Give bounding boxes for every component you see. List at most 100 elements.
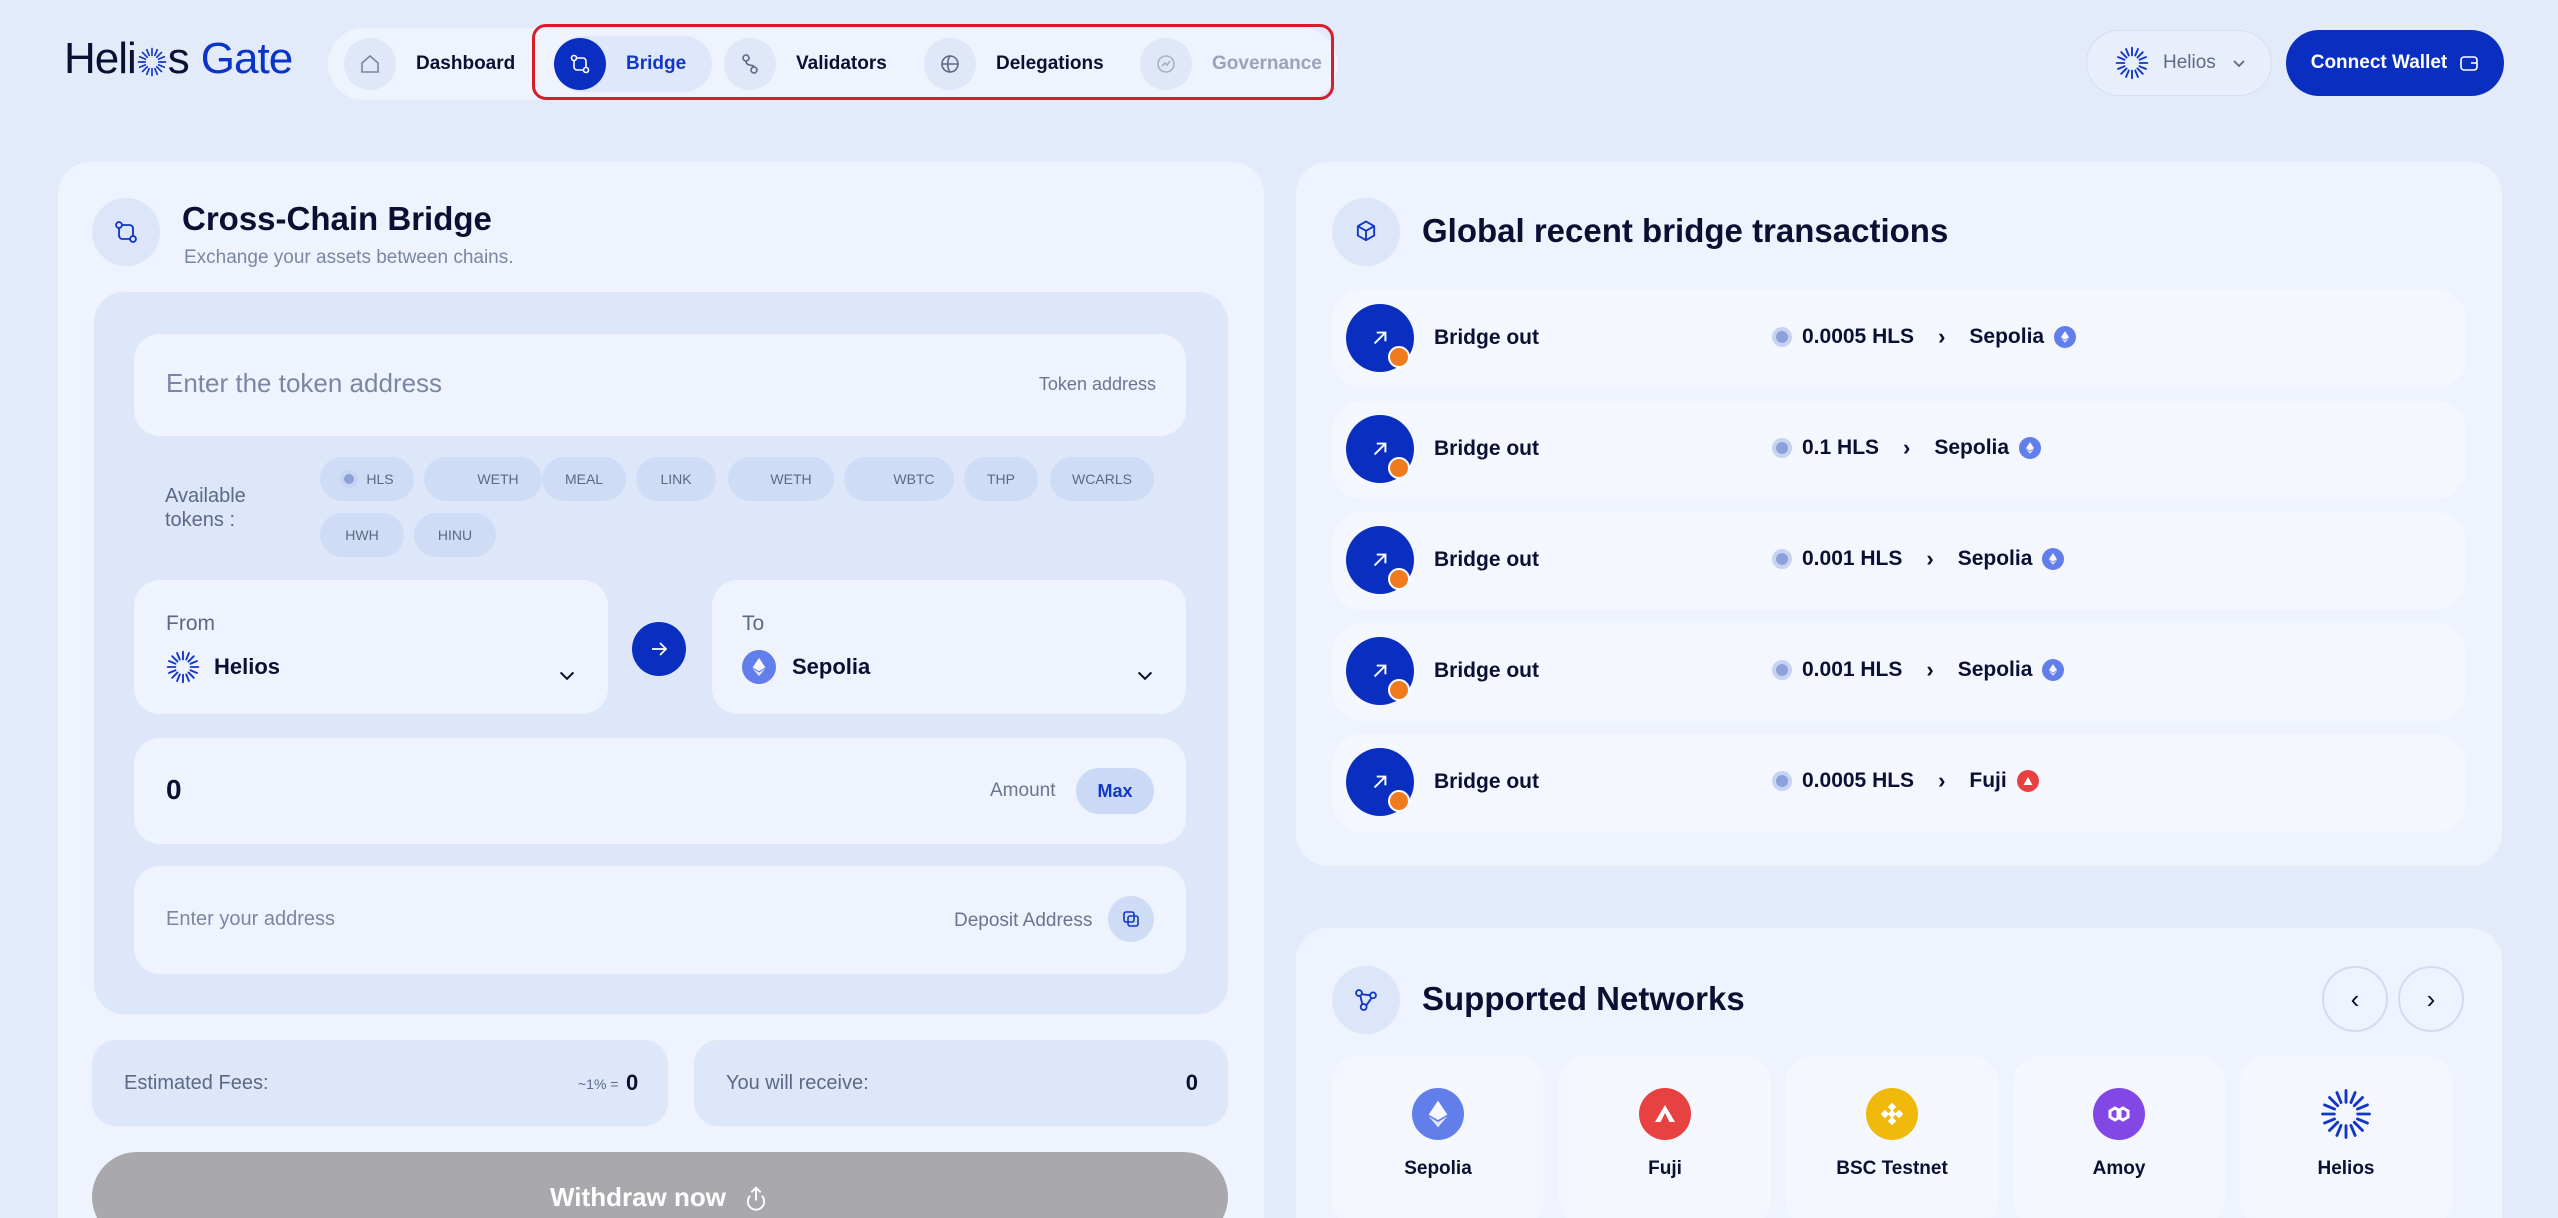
avalanche-icon (1639, 1088, 1691, 1140)
swap-direction-button[interactable] (632, 622, 686, 676)
transaction-row[interactable]: Bridge out 0.001 HLS › Sepolia (1332, 623, 2466, 721)
helios-sun-icon (2115, 46, 2149, 80)
chevron-down-icon (559, 671, 575, 681)
amount-field[interactable]: 0 Amount (134, 738, 1186, 844)
token-chip-wbtc[interactable]: WBTC (844, 457, 954, 501)
receive-label: You will receive: (726, 1072, 869, 1094)
bridge-title: Cross-Chain Bridge (182, 200, 492, 237)
upload-icon (746, 1186, 766, 1211)
from-chain-select[interactable]: From Helios (134, 580, 608, 714)
chevron-right-icon: › (1938, 324, 1946, 349)
ethereum-icon (742, 650, 776, 684)
from-value: Helios (214, 654, 281, 679)
fees-label: Estimated Fees: (124, 1072, 269, 1094)
chevron-right-icon: › (2426, 983, 2436, 1014)
fees-value: 0 (626, 1070, 639, 1095)
amount-label: Amount (990, 780, 1056, 801)
to-label: To (742, 612, 765, 635)
networks-title: Supported Networks (1422, 980, 1745, 1017)
nav-item-dashboard[interactable]: Dashboard (344, 36, 515, 92)
helios-sun-icon (2320, 1088, 2372, 1140)
network-tile-amoy[interactable]: Amoy (2013, 1056, 2225, 1218)
network-tile-sepolia[interactable]: Sepolia (1332, 1056, 1544, 1218)
brand-logo[interactable]: Heli s Gate (64, 34, 293, 84)
token-address-input[interactable]: Enter the token address (166, 368, 442, 399)
helios-sun-icon (166, 650, 200, 684)
transaction-row[interactable]: Bridge out 0.1 HLS › Sepolia (1332, 401, 2466, 499)
ethereum-icon (2042, 659, 2065, 681)
you-will-receive: You will receive: 0 (694, 1040, 1228, 1126)
arrow-right-icon (652, 642, 668, 656)
bridge-icon (92, 198, 160, 266)
hls-token-icon (1772, 327, 1792, 347)
token-chip-meal[interactable]: MEAL (542, 457, 626, 501)
transactions-title: Global recent bridge transactions (1422, 212, 1949, 249)
amount-input[interactable]: 0 (166, 774, 182, 806)
chevron-left-icon: ‹ (2350, 983, 2360, 1014)
warning-badge-icon (1388, 346, 1410, 368)
warning-badge-icon (1388, 568, 1410, 590)
hls-token-icon (340, 470, 359, 488)
connect-wallet-button[interactable]: Connect Wallet (2286, 30, 2504, 96)
paste-address-button[interactable] (1108, 896, 1154, 942)
network-tile-bsc-testnet[interactable]: BSC Testnet (1786, 1056, 1998, 1218)
token-chip-link[interactable]: LINK (636, 457, 716, 501)
token-chip-thp[interactable]: THP (964, 457, 1038, 501)
estimated-fees: Estimated Fees: ~1% = 0 (92, 1040, 668, 1126)
bnb-icon (1866, 1088, 1918, 1140)
token-chip-weth[interactable]: WETH (424, 457, 542, 501)
deposit-address-label: Deposit Address (954, 910, 1093, 931)
token-chip-hinu[interactable]: HINU (414, 513, 496, 557)
token-address-label: Token address (1038, 374, 1156, 394)
warning-badge-icon (1388, 457, 1410, 479)
helios-sun-icon (137, 47, 167, 77)
home-icon (344, 38, 396, 90)
from-label: From (166, 612, 215, 635)
transaction-row[interactable]: Bridge out 0.0005 HLS › Sepolia (1332, 290, 2466, 388)
deposit-address-input[interactable]: Enter your address (166, 908, 335, 931)
nav-label: Dashboard (416, 53, 516, 74)
transaction-row[interactable]: Bridge out 0.0005 HLS › Fuji (1332, 734, 2466, 832)
network-selector[interactable]: Helios (2086, 30, 2272, 96)
withdraw-label: Withdraw now (550, 1181, 726, 1212)
avalanche-icon (2016, 770, 2039, 792)
polygon-icon (2093, 1088, 2145, 1140)
available-tokens-label: Available tokens : (165, 485, 246, 531)
highlight-annotation-box (532, 24, 1334, 100)
brand-name-mid: s (167, 34, 190, 83)
token-chip-wcarls[interactable]: WCARLS (1050, 457, 1154, 501)
hls-token-icon (1772, 660, 1792, 680)
token-chip-hwh[interactable]: HWH (320, 513, 404, 557)
warning-badge-icon (1388, 790, 1410, 812)
withdraw-button[interactable]: Withdraw now (92, 1152, 1228, 1218)
networks-next-button[interactable]: › (2398, 966, 2464, 1032)
warning-badge-icon (1388, 679, 1410, 701)
cube-icon (1332, 198, 1400, 266)
brand-name-left: Heli (64, 34, 137, 83)
network-tile-fuji[interactable]: Fuji (1559, 1056, 1771, 1218)
hls-token-icon (1772, 771, 1792, 791)
to-chain-select[interactable]: To Sepolia (712, 580, 1186, 714)
deposit-address-field[interactable]: Enter your address Deposit Address (134, 866, 1186, 974)
chevron-right-icon: › (1926, 657, 1934, 682)
network-nodes-icon (1332, 966, 1400, 1034)
token-chip-weth[interactable]: WETH (728, 457, 834, 501)
wallet-icon (2460, 56, 2479, 71)
copy-icon (1123, 911, 1139, 927)
token-address-field[interactable]: Enter the token address Token address (134, 334, 1186, 436)
brand-name-right: Gate (200, 34, 293, 83)
max-button[interactable]: Max (1076, 768, 1154, 814)
hls-token-icon (1772, 549, 1792, 569)
to-value: Sepolia (792, 654, 871, 679)
chevron-right-icon: › (1903, 435, 1911, 460)
connect-wallet-label: Connect Wallet (2310, 52, 2448, 73)
receive-value: 0 (1185, 1070, 1198, 1095)
token-chip-hls[interactable]: HLS (320, 457, 414, 501)
networks-prev-button[interactable]: ‹ (2322, 966, 2388, 1032)
transaction-row[interactable]: Bridge out 0.001 HLS › Sepolia (1332, 512, 2466, 610)
network-selector-label: Helios (2163, 52, 2216, 73)
bridge-subtitle: Exchange your assets between chains. (184, 247, 514, 268)
network-tile-helios[interactable]: Helios (2240, 1056, 2452, 1218)
ethereum-icon (2042, 548, 2065, 570)
chevron-right-icon: › (1926, 546, 1934, 571)
